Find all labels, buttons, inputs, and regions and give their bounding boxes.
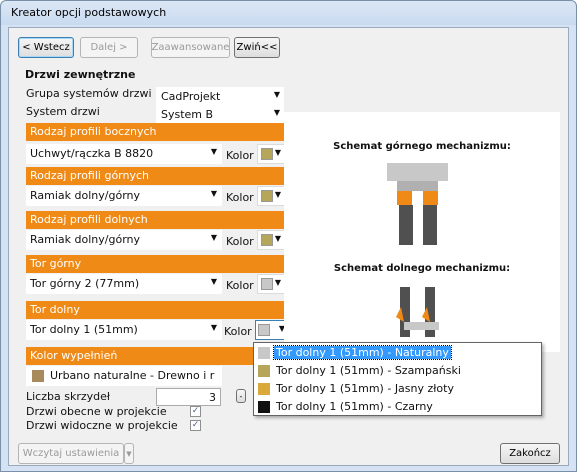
color-swatch (258, 365, 270, 377)
dropdown-item-label: Tor dolny 1 (51mm) - Szampański (276, 364, 461, 377)
side-profiles-value: Uchwyt/rączka B 8820 (30, 147, 154, 160)
color-swatch (258, 383, 270, 395)
next-button[interactable]: Dalej > (80, 37, 138, 58)
dropdown-item-label: Tor dolny 1 (51mm) - Naturalny (273, 345, 452, 360)
visible-label: Drzwi widoczne w projekcie (26, 419, 178, 432)
system-group-value: CadProjekt (161, 90, 221, 103)
top-track-color-label: Kolor (226, 279, 254, 292)
chevron-down-icon: ▼ (210, 233, 217, 242)
bottom-track-value: Tor dolny 1 (51mm) (30, 323, 138, 336)
back-button[interactable]: < Wstecz (18, 37, 74, 58)
bottom-track-color-dropdown: Tor dolny 1 (51mm) - Naturalny Tor dolny… (253, 342, 542, 416)
dropdown-item[interactable]: Tor dolny 1 (51mm) - Szampański (255, 362, 540, 380)
visible-checkbox[interactable]: ✓ (190, 420, 201, 431)
dropdown-item-label: Tor dolny 1 (51mm) - Czarny (276, 400, 433, 413)
side-profiles-color-select[interactable]: ▼ (257, 144, 285, 164)
system-group-select[interactable]: CadProjekt ▼ (156, 87, 284, 105)
system-group-label: Grupa systemów drzwi (26, 87, 152, 100)
window-title: Kreator opcji podstawowych (11, 6, 167, 19)
color-swatch (258, 324, 270, 336)
top-track-header: Tor górny (26, 255, 292, 273)
chevron-down-icon: ▼ (274, 234, 281, 243)
in-project-label: Drzwi obecne w projekcie (26, 405, 167, 418)
color-swatch (261, 190, 273, 202)
bottom-profiles-header: Rodzaj profili dolnych (26, 211, 292, 229)
top-track-value: Tor górny 2 (77mm) (30, 277, 140, 290)
wings-decrement-button[interactable]: - (236, 389, 246, 403)
bottom-track-select[interactable]: Tor dolny 1 (51mm) ▼ (26, 320, 222, 340)
top-track-color-select[interactable]: ▼ (257, 274, 285, 294)
door-system-select[interactable]: System B ▼ (156, 105, 284, 123)
color-swatch (258, 347, 270, 359)
wings-count-label: Liczba skrzydeł (26, 390, 111, 403)
side-profiles-select[interactable]: Uchwyt/rączka B 8820 ▼ (26, 144, 222, 164)
top-profiles-color-select[interactable]: ▼ (257, 186, 285, 206)
bottom-track-header: Tor dolny (26, 301, 292, 319)
dropdown-item[interactable]: Tor dolny 1 (51mm) - Czarny (255, 398, 540, 416)
top-profiles-select[interactable]: Ramiak dolny/górny ▼ (26, 186, 222, 206)
chevron-down-icon: ▼ (210, 277, 217, 286)
door-system-value: System B (161, 108, 214, 121)
bottom-profiles-select[interactable]: Ramiak dolny/górny ▼ (26, 230, 222, 250)
chevron-down-icon: ▼ (210, 323, 217, 332)
color-swatch (261, 278, 273, 290)
fill-color-value: Urbano naturalne - Drewno i r (50, 369, 215, 382)
dialog-client-area: < Wstecz Dalej > Zaawansowane Zwiń<< Drz… (8, 27, 569, 466)
chevron-down-icon: ▼ (273, 108, 280, 117)
chevron-down-icon: ▼ (273, 90, 280, 99)
chevron-down-icon: ▼ (210, 147, 217, 156)
bottom-profiles-value: Ramiak dolny/górny (30, 233, 140, 246)
advanced-button[interactable]: Zaawansowane (151, 37, 230, 58)
top-profiles-color-label: Kolor (226, 191, 254, 204)
color-swatch (261, 234, 273, 246)
chevron-down-icon: ▼ (274, 190, 281, 199)
fill-color-select[interactable]: Urbano naturalne - Drewno i r (26, 366, 222, 386)
chevron-down-icon: ▼ (274, 148, 281, 157)
top-profiles-header: Rodzaj profili górnych (26, 167, 292, 185)
color-swatch (32, 370, 44, 382)
color-swatch (261, 148, 273, 160)
bottom-track-color-select[interactable] (255, 320, 276, 340)
top-track-select[interactable]: Tor górny 2 (77mm) ▼ (26, 274, 222, 294)
side-profiles-color-label: Kolor (226, 149, 254, 162)
bottom-mechanism-title: Schemat dolnego mechanizmu: (333, 263, 511, 274)
color-swatch (258, 401, 270, 413)
bottom-profiles-color-select[interactable]: ▼ (257, 230, 285, 250)
dropdown-item[interactable]: Tor dolny 1 (51mm) - Naturalny (255, 344, 540, 362)
mechanism-diagram: Schemat górnego mechanizmu: Schemat doln… (284, 112, 560, 352)
section-title: Drzwi zewnętrzne (25, 68, 136, 81)
mechanism-drawing (384, 163, 454, 352)
chevron-down-icon: ▼ (210, 189, 217, 198)
side-profiles-header: Rodzaj profili bocznych (26, 123, 292, 141)
door-system-label: System drzwi (26, 105, 100, 118)
top-profiles-value: Ramiak dolny/górny (30, 189, 140, 202)
load-settings-menu-button[interactable]: ▼ (124, 443, 134, 464)
load-settings-button[interactable]: Wczytaj ustawienia (18, 443, 124, 464)
wings-count-input[interactable]: 3 (156, 388, 221, 406)
bottom-track-color-label: Kolor (224, 325, 252, 338)
finish-button[interactable]: Zakończ (500, 443, 560, 464)
bottom-profiles-color-label: Kolor (226, 235, 254, 248)
in-project-checkbox[interactable]: ✓ (190, 406, 201, 417)
dialog-window: Kreator opcji podstawowych < Wstecz Dale… (0, 0, 577, 472)
dropdown-item[interactable]: Tor dolny 1 (51mm) - Jasny złoty (255, 380, 540, 398)
dropdown-item-label: Tor dolny 1 (51mm) - Jasny złoty (276, 382, 454, 395)
collapse-button[interactable]: Zwiń<< (234, 37, 280, 58)
chevron-down-icon: ▼ (274, 278, 281, 287)
